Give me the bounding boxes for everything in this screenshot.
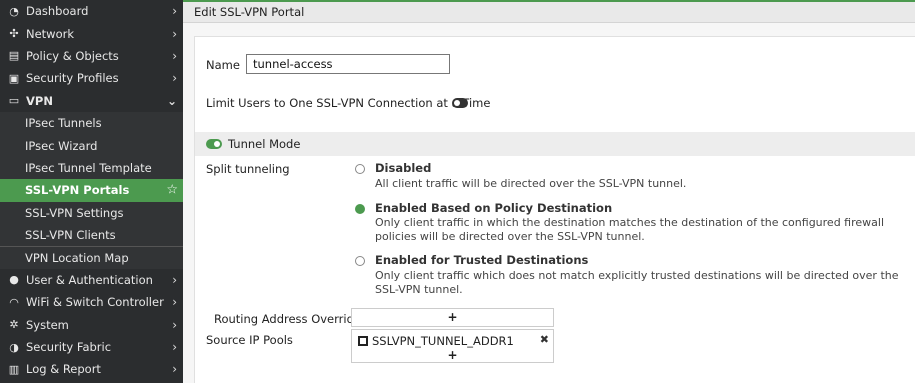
sidebar-item-ssl-vpn-portals[interactable]: SSL-VPN Portals ☆ (0, 179, 183, 202)
chevron-down-icon: ⌄ (166, 93, 177, 108)
sidebar-item-ipsec-wizard[interactable]: IPsec Wizard (0, 134, 183, 157)
sidebar-item-label: Security Fabric (26, 340, 112, 355)
split-trusted-destinations-title: Enabled for Trusted Destinations (375, 253, 589, 267)
sidebar-item-label: Security Profiles (26, 71, 119, 86)
split-policy-destination-radio[interactable] (355, 204, 365, 214)
sidebar-item-log-report[interactable]: ▥ Log & Report › (0, 358, 183, 380)
split-tunneling-label: Split tunneling (206, 162, 290, 176)
chevron-right-icon: › (172, 340, 177, 355)
wifi-icon: ◠ (9, 295, 19, 309)
routing-address-override-field[interactable]: + (351, 308, 554, 327)
split-policy-destination-desc: Only client traffic in which the destina… (375, 216, 884, 243)
sidebar-item-label: IPsec Tunnels (25, 116, 102, 131)
gear-icon: ✲ (9, 318, 19, 332)
tunnel-mode-header: Tunnel Mode (195, 132, 915, 156)
tunnel-mode-toggle[interactable] (206, 139, 222, 149)
source-ip-pools-field[interactable]: SSLVPN_TUNNEL_ADDR1 ✖ + (351, 329, 554, 363)
split-disabled-desc: All client traffic will be directed over… (375, 177, 687, 190)
name-input[interactable] (246, 54, 450, 74)
sidebar-item-dashboard[interactable]: ◔ Dashboard › (0, 0, 183, 22)
monitor-icon: ▭ (8, 94, 20, 108)
page-title-bar: Edit SSL-VPN Portal (183, 2, 915, 23)
chevron-right-icon: › (172, 362, 177, 377)
sidebar-item-ipsec-tunnel-template[interactable]: IPsec Tunnel Template (0, 156, 183, 180)
sidebar-item-label: Log & Report (26, 362, 101, 377)
sidebar-item-ssl-vpn-settings[interactable]: SSL-VPN Settings (0, 201, 183, 224)
sidebar-item-label: VPN (26, 93, 53, 108)
remove-icon[interactable]: ✖ (540, 333, 549, 346)
source-ip-pool-entry[interactable]: SSLVPN_TUNNEL_ADDR1 (358, 334, 514, 348)
sidebar-item-vpn[interactable]: ▭ VPN ⌄ (0, 90, 183, 112)
split-disabled-title: Disabled (375, 161, 432, 175)
split-policy-destination-title: Enabled Based on Policy Destination (375, 201, 613, 215)
split-disabled-radio[interactable] (355, 164, 365, 174)
sidebar-item-label: Policy & Objects (26, 48, 119, 63)
routing-address-override-label: Routing Address Override (214, 312, 361, 326)
sidebar-item-ipsec-tunnels[interactable]: IPsec Tunnels (0, 111, 183, 135)
main-panel: Edit SSL-VPN Portal Name Limit Users to … (183, 0, 915, 383)
chevron-right-icon: › (172, 295, 177, 310)
sidebar: ◔ Dashboard › ✣ Network › ▤ Policy & Objects ›… (0, 0, 183, 383)
sidebar-item-label: SSL-VPN Settings (25, 205, 124, 220)
sidebar-item-label: Network (26, 26, 75, 41)
chevron-right-icon: › (172, 26, 177, 41)
source-ip-pool-name: SSLVPN_TUNNEL_ADDR1 (372, 334, 514, 348)
sidebar-item-security-fabric[interactable]: ◑ Security Fabric › (0, 336, 183, 358)
page-title: Edit SSL-VPN Portal (194, 5, 305, 19)
add-icon[interactable]: + (352, 310, 553, 324)
add-icon[interactable]: + (352, 348, 553, 362)
sidebar-item-system[interactable]: ✲ System › (0, 313, 183, 335)
sidebar-item-wifi-switch-controller[interactable]: ◠ WiFi & Switch Controller › (0, 291, 183, 313)
network-icon: ✣ (9, 27, 19, 41)
chevron-right-icon: › (172, 4, 177, 19)
source-ip-pools-label: Source IP Pools (206, 333, 293, 347)
sidebar-item-label: IPsec Wizard (25, 138, 98, 153)
sidebar-item-label: User & Authentication (26, 272, 153, 287)
sidebar-item-security-profiles[interactable]: ▣ Security Profiles › (0, 67, 183, 89)
sidebar-item-label: SSL-VPN Portals (25, 183, 130, 198)
chart-icon: ▥ (8, 362, 20, 376)
tunnel-mode-label: Tunnel Mode (228, 137, 301, 151)
lock-icon: ▣ (8, 71, 20, 85)
sidebar-item-label: System (26, 317, 69, 332)
limit-users-toggle[interactable] (452, 98, 468, 108)
dashboard-icon: ◔ (9, 4, 19, 18)
chevron-right-icon: › (172, 71, 177, 86)
policy-icon: ▤ (8, 49, 20, 63)
chevron-right-icon: › (172, 317, 177, 332)
sidebar-item-label: Dashboard (26, 4, 89, 19)
split-trusted-destinations-radio[interactable] (355, 256, 365, 266)
sidebar-item-label: WiFi & Switch Controller (26, 295, 164, 310)
chevron-right-icon: › (172, 48, 177, 63)
sidebar-item-label: SSL-VPN Clients (25, 228, 116, 243)
fabric-icon: ◑ (9, 340, 19, 354)
sidebar-item-label: IPsec Tunnel Template (25, 160, 152, 175)
name-label: Name (206, 58, 240, 72)
sidebar-item-policy-objects[interactable]: ▤ Policy & Objects › (0, 45, 183, 67)
limit-users-label: Limit Users to One SSL-VPN Connection at… (206, 96, 491, 110)
sidebar-item-label: VPN Location Map (25, 250, 129, 265)
chevron-right-icon: › (172, 272, 177, 287)
sidebar-item-network[interactable]: ✣ Network › (0, 22, 183, 44)
sidebar-item-ssl-vpn-clients[interactable]: SSL-VPN Clients (0, 223, 183, 247)
edit-form: Name Limit Users to One SSL-VPN Connecti… (194, 36, 915, 383)
star-icon[interactable]: ☆ (166, 183, 178, 198)
split-trusted-destinations-desc: Only client traffic which does not match… (375, 269, 899, 296)
user-icon: ● (9, 273, 19, 287)
sidebar-item-user-authentication[interactable]: ● User & Authentication › (0, 269, 183, 291)
sidebar-item-vpn-location-map[interactable]: VPN Location Map (0, 246, 183, 269)
address-icon (358, 336, 368, 346)
